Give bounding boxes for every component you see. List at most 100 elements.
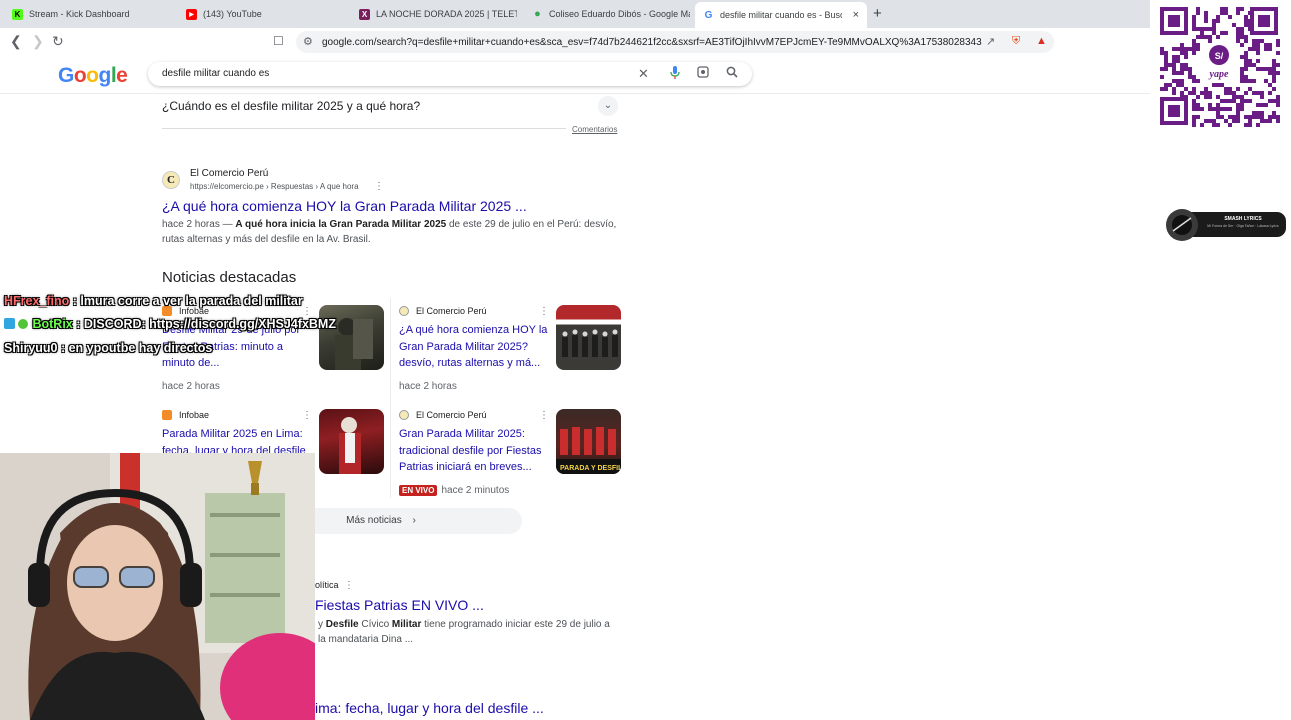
news-thumbnail[interactable] — [319, 409, 384, 474]
divider — [390, 298, 391, 498]
tab-kick-dashboard[interactable]: K Stream - Kick Dashboard — [4, 3, 174, 25]
result-title-link[interactable]: Fiestas Patrias EN VIVO ... — [315, 597, 484, 613]
lens-icon[interactable] — [697, 66, 709, 81]
snippet-text: Cívico — [358, 619, 392, 630]
webcam-overlay — [0, 453, 315, 720]
close-tab-icon[interactable]: × — [853, 9, 859, 21]
more-news-label: Más noticias — [346, 515, 402, 526]
news-source-name: El Comercio Perú — [416, 306, 487, 316]
reload-icon[interactable]: ↻ — [52, 33, 64, 50]
more-options-icon[interactable]: ⋮ — [302, 410, 312, 421]
snippet-date: hace 2 horas — — [162, 219, 236, 230]
google-g-icon: G — [704, 9, 713, 21]
snippet-text: tiene programado iniciar este 29 de juli… — [421, 619, 610, 630]
tab-title: Coliseo Eduardo Dibós - Google Map — [549, 9, 690, 19]
kick-icon: K — [12, 8, 23, 20]
chat-username: Shiryuu0 — [4, 341, 58, 355]
result-snippet: hace 2 horas — A qué hora inicia la Gran… — [162, 217, 622, 247]
top-stories-heading: Noticias destacadas — [162, 269, 297, 286]
chat-text: : lmura corre a ver la parada del milita… — [69, 294, 303, 308]
news-time-text: hace 2 minutos — [441, 485, 510, 496]
related-question[interactable]: ¿Cuándo es el desfile militar 2025 y a q… — [162, 99, 420, 113]
yape-qr-code: S/ yape — [1158, 5, 1280, 127]
news-source-name: Infobae — [179, 410, 210, 420]
news-time: hace 2 horas — [162, 381, 220, 392]
more-options-icon[interactable]: ⋮ — [539, 410, 549, 421]
chat-message: HFrex_fino : lmura corre a ver la parada… — [4, 294, 303, 308]
new-tab-button[interactable]: + — [873, 5, 882, 22]
rewards-icon[interactable]: ▲ — [1036, 35, 1047, 47]
news-thumbnail[interactable] — [556, 305, 621, 370]
address-bar[interactable]: ⚙ google.com/search?q=desfile+militar+cu… — [296, 31, 1054, 53]
search-input[interactable]: desfile militar cuando es — [162, 68, 269, 79]
verified-badge-icon — [18, 319, 29, 329]
site-settings-icon[interactable]: ⚙ — [303, 35, 313, 48]
result-site-name: olítica — [315, 580, 339, 590]
snippet-text: y — [318, 619, 326, 630]
infobae-icon — [162, 410, 172, 420]
result-site-name: El Comercio Perú — [190, 168, 269, 179]
elcomercio-logo-icon: C — [162, 171, 180, 189]
snippet-bold: Desfile — [325, 619, 359, 630]
more-options-icon[interactable]: ⋮ — [539, 306, 549, 317]
music-title: SMASH LYRICS — [1224, 216, 1262, 222]
news-source: El Comercio Perú — [399, 306, 487, 316]
browser-tab-strip: K Stream - Kick Dashboard ▶ (143) YouTub… — [0, 0, 1150, 28]
yape-label: yape — [1209, 69, 1229, 80]
now-playing-widget: SMASH LYRICS Mi Forma de Ser · Olga Taño… — [1163, 209, 1286, 241]
result-title-link[interactable]: ima: fecha, lugar y hora del desfile ... — [315, 700, 544, 716]
result-url: https://elcomercio.pe › Respuestas › A q… — [190, 182, 359, 191]
more-options-icon[interactable]: ⋮ — [374, 181, 384, 192]
tab-google-maps[interactable]: ● Coliseo Eduardo Dibós - Google Map — [524, 3, 690, 25]
maps-pin-icon: ● — [534, 8, 541, 20]
news-title[interactable]: ¿A qué hora comienza HOY la Gran Parada … — [399, 322, 549, 372]
chat-username: BotRix — [32, 317, 73, 331]
url-text: google.com/search?q=desfile+militar+cuan… — [322, 36, 982, 48]
snippet-text: la mandataria Dina ... — [318, 634, 414, 645]
result-snippet: y Desfile Cívico Militar tiene programad… — [318, 617, 618, 647]
feedback-link[interactable]: Comentarios — [572, 125, 617, 134]
tab-google-search[interactable]: G desfile militar cuando es - Busca × — [695, 2, 867, 28]
tab-youtube[interactable]: ▶ (143) YouTube — [178, 3, 348, 25]
chat-message: BotRix : DISCORD: https://discord.gg/XHS… — [4, 317, 336, 331]
bookmark-icon[interactable]: ☐ — [273, 34, 284, 48]
share-icon[interactable]: ↗ — [986, 35, 995, 48]
brave-shield-icon[interactable]: ⛨ — [1012, 35, 1020, 48]
chat-text: : DISCORD: https://discord.gg/XHSJ4fxBMZ — [72, 317, 336, 331]
news-title[interactable]: Parada Militar 2025 en Lima: fecha, luga… — [162, 426, 312, 456]
chat-username: HFrex_fino — [4, 294, 70, 308]
tab-title: LA NOCHE DORADA 2025 | TELETICK — [376, 9, 517, 19]
google-logo[interactable]: Google — [58, 64, 128, 88]
clear-icon[interactable]: ✕ — [638, 66, 649, 82]
back-icon[interactable]: ❮ — [10, 33, 22, 50]
news-time: hace 2 horas — [399, 381, 457, 392]
google-header: Google desfile militar cuando es ✕ — [0, 56, 1150, 94]
news-thumbnail[interactable] — [319, 305, 384, 370]
news-source: El Comercio Perú — [399, 410, 487, 420]
tab-teleticket[interactable]: X LA NOCHE DORADA 2025 | TELETICK — [351, 3, 517, 25]
elcomercio-logo-icon — [399, 410, 409, 420]
more-options-icon[interactable]: ⋮ — [302, 306, 312, 317]
svg-text:S/: S/ — [1215, 51, 1224, 61]
search-box[interactable]: desfile militar cuando es ✕ — [148, 62, 752, 86]
elcomercio-logo-icon — [399, 306, 409, 316]
tab-title: desfile militar cuando es - Busca — [720, 10, 842, 20]
forward-icon[interactable]: ❯ — [32, 33, 44, 50]
snippet-bold: Militar — [391, 619, 422, 630]
chat-message: Shiryuu0 : en ypoutbe hay directos — [4, 341, 212, 355]
search-icon[interactable] — [726, 66, 738, 81]
result-title-link[interactable]: ¿A qué hora comienza HOY la Gran Parada … — [162, 198, 527, 214]
teleticket-icon: X — [359, 8, 370, 20]
news-thumbnail[interactable]: PARADA Y DESFILE — [556, 409, 621, 474]
snippet-bold: A qué hora inicia la Gran Parada Militar… — [235, 219, 447, 230]
news-source-name: El Comercio Perú — [416, 410, 487, 420]
divider — [162, 128, 566, 129]
news-source: Infobae — [162, 410, 209, 420]
youtube-icon: ▶ — [186, 8, 197, 20]
chevron-down-icon[interactable]: ⌄ — [598, 96, 618, 116]
news-title[interactable]: Gran Parada Militar 2025: tradicional de… — [399, 426, 549, 476]
more-options-icon[interactable]: ⋮ — [344, 580, 354, 591]
microphone-icon[interactable] — [670, 66, 680, 82]
music-subtitle: Mi Forma de Ser · Olga Tañon · Lakasa Ly… — [1207, 224, 1279, 228]
chevron-right-icon: › — [412, 515, 416, 526]
